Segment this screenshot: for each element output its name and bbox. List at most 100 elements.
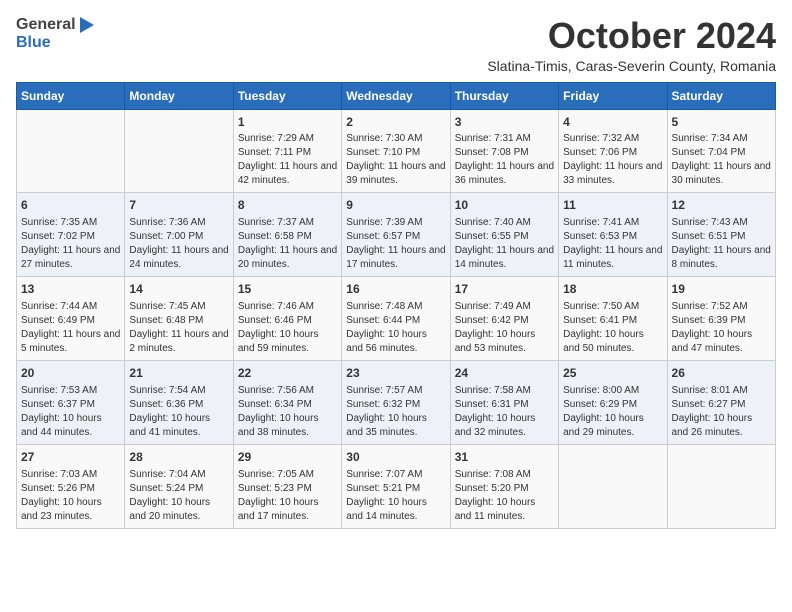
day-number: 8 (238, 197, 337, 214)
day-number: 11 (563, 197, 662, 214)
day-info: Sunrise: 7:48 AM Sunset: 6:44 PM Dayligh… (346, 300, 445, 356)
calendar-day-cell: 29Sunrise: 7:05 AM Sunset: 5:23 PM Dayli… (233, 444, 341, 528)
day-number: 24 (455, 365, 554, 382)
day-info: Sunrise: 7:03 AM Sunset: 5:26 PM Dayligh… (21, 468, 120, 524)
logo-line1: General (16, 16, 94, 34)
calendar-day-cell: 8 Sunrise: 7:37 AM Sunset: 6:58 PM Daylig… (233, 193, 341, 277)
calendar-day-cell: 18Sunrise: 7:50 AM Sunset: 6:41 PM Dayli… (559, 277, 667, 361)
calendar-day-cell: 27Sunrise: 7:03 AM Sunset: 5:26 PM Dayli… (17, 444, 125, 528)
calendar-day-cell (125, 109, 233, 193)
day-number: 16 (346, 281, 445, 298)
calendar-day-cell: 6 Sunrise: 7:35 AM Sunset: 7:02 PM Daylig… (17, 193, 125, 277)
day-number: 22 (238, 365, 337, 382)
calendar-day-cell: 9 Sunrise: 7:39 AM Sunset: 6:57 PM Daylig… (342, 193, 450, 277)
day-info: Sunrise: 7:30 AM Sunset: 7:10 PM Dayligh… (346, 132, 445, 188)
day-info: Sunrise: 7:40 AM Sunset: 6:55 PM Dayligh… (455, 216, 554, 272)
calendar-week-row: 27Sunrise: 7:03 AM Sunset: 5:26 PM Dayli… (17, 444, 776, 528)
day-info: Sunrise: 7:31 AM Sunset: 7:08 PM Dayligh… (455, 132, 554, 188)
calendar-day-cell: 17 Sunrise: 7:49 AM Sunset: 6:42 PM Dayli… (450, 277, 558, 361)
calendar-day-cell: 15 Sunrise: 7:46 AM Sunset: 6:46 PM Dayli… (233, 277, 341, 361)
calendar-day-cell: 10 Sunrise: 7:40 AM Sunset: 6:55 PM Dayli… (450, 193, 558, 277)
day-info: Sunrise: 7:50 AM Sunset: 6:41 PM Dayligh… (563, 300, 662, 356)
calendar-day-cell: 30 Sunrise: 7:07 AM Sunset: 5:21 PM Dayli… (342, 444, 450, 528)
day-number: 1 (238, 114, 337, 131)
day-info: Sunrise: 7:35 AM Sunset: 7:02 PM Dayligh… (21, 216, 120, 272)
day-info: Sunrise: 7:54 AM Sunset: 6:36 PM Dayligh… (129, 384, 228, 440)
day-number: 26 (672, 365, 771, 382)
calendar-week-row: 1Sunrise: 7:29 AM Sunset: 7:11 PM Daylig… (17, 109, 776, 193)
calendar-day-cell: 12Sunrise: 7:43 AM Sunset: 6:51 PM Dayli… (667, 193, 775, 277)
weekday-header-cell: Friday (559, 82, 667, 109)
day-info: Sunrise: 7:53 AM Sunset: 6:37 PM Dayligh… (21, 384, 120, 440)
day-info: Sunrise: 7:56 AM Sunset: 6:34 PM Dayligh… (238, 384, 337, 440)
day-info: Sunrise: 7:43 AM Sunset: 6:51 PM Dayligh… (672, 216, 771, 272)
calendar-day-cell: 28 Sunrise: 7:04 AM Sunset: 5:24 PM Dayli… (125, 444, 233, 528)
logo-general-text: General (16, 16, 76, 34)
day-info: Sunrise: 7:44 AM Sunset: 6:49 PM Dayligh… (21, 300, 120, 356)
calendar-day-cell: 1Sunrise: 7:29 AM Sunset: 7:11 PM Daylig… (233, 109, 341, 193)
day-info: Sunrise: 7:05 AM Sunset: 5:23 PM Dayligh… (238, 468, 337, 524)
calendar-body: 1Sunrise: 7:29 AM Sunset: 7:11 PM Daylig… (17, 109, 776, 528)
logo-arrow-icon (80, 17, 94, 33)
calendar-day-cell (17, 109, 125, 193)
calendar-day-cell: 31 Sunrise: 7:08 AM Sunset: 5:20 PM Dayli… (450, 444, 558, 528)
day-number: 23 (346, 365, 445, 382)
weekday-header-cell: Thursday (450, 82, 558, 109)
calendar-day-cell: 5Sunrise: 7:34 AM Sunset: 7:04 PM Daylig… (667, 109, 775, 193)
day-number: 3 (455, 114, 554, 131)
day-number: 17 (455, 281, 554, 298)
day-number: 14 (129, 281, 228, 298)
calendar-day-cell: 11Sunrise: 7:41 AM Sunset: 6:53 PM Dayli… (559, 193, 667, 277)
day-number: 28 (129, 449, 228, 466)
calendar-day-cell: 7Sunrise: 7:36 AM Sunset: 7:00 PM Daylig… (125, 193, 233, 277)
day-info: Sunrise: 7:49 AM Sunset: 6:42 PM Dayligh… (455, 300, 554, 356)
page-header: General Blue October 2024 Slatina-Timis,… (16, 16, 776, 74)
day-info: Sunrise: 7:07 AM Sunset: 5:21 PM Dayligh… (346, 468, 445, 524)
day-number: 6 (21, 197, 120, 214)
day-number: 19 (672, 281, 771, 298)
calendar-week-row: 20 Sunrise: 7:53 AM Sunset: 6:37 PM Dayli… (17, 360, 776, 444)
calendar-day-cell: 24Sunrise: 7:58 AM Sunset: 6:31 PM Dayli… (450, 360, 558, 444)
day-number: 30 (346, 449, 445, 466)
day-number: 31 (455, 449, 554, 466)
weekday-header-cell: Sunday (17, 82, 125, 109)
day-info: Sunrise: 7:52 AM Sunset: 6:39 PM Dayligh… (672, 300, 771, 356)
day-info: Sunrise: 7:04 AM Sunset: 5:24 PM Dayligh… (129, 468, 228, 524)
calendar-day-cell: 21Sunrise: 7:54 AM Sunset: 6:36 PM Dayli… (125, 360, 233, 444)
day-number: 9 (346, 197, 445, 214)
day-info: Sunrise: 7:36 AM Sunset: 7:00 PM Dayligh… (129, 216, 228, 272)
day-number: 25 (563, 365, 662, 382)
logo: General Blue (16, 16, 94, 52)
day-info: Sunrise: 7:46 AM Sunset: 6:46 PM Dayligh… (238, 300, 337, 356)
day-info: Sunrise: 7:32 AM Sunset: 7:06 PM Dayligh… (563, 132, 662, 188)
calendar-day-cell: 2Sunrise: 7:30 AM Sunset: 7:10 PM Daylig… (342, 109, 450, 193)
day-number: 20 (21, 365, 120, 382)
calendar-day-cell: 25 Sunrise: 8:00 AM Sunset: 6:29 PM Dayli… (559, 360, 667, 444)
calendar-week-row: 6 Sunrise: 7:35 AM Sunset: 7:02 PM Daylig… (17, 193, 776, 277)
weekday-header-cell: Monday (125, 82, 233, 109)
day-info: Sunrise: 8:00 AM Sunset: 6:29 PM Dayligh… (563, 384, 662, 440)
calendar-day-cell: 20 Sunrise: 7:53 AM Sunset: 6:37 PM Dayli… (17, 360, 125, 444)
calendar-day-cell: 16 Sunrise: 7:48 AM Sunset: 6:44 PM Dayli… (342, 277, 450, 361)
day-info: Sunrise: 7:37 AM Sunset: 6:58 PM Dayligh… (238, 216, 337, 272)
day-number: 4 (563, 114, 662, 131)
month-title: October 2024 (487, 16, 776, 56)
calendar-day-cell (559, 444, 667, 528)
calendar-table: SundayMondayTuesdayWednesdayThursdayFrid… (16, 82, 776, 529)
day-number: 15 (238, 281, 337, 298)
day-info: Sunrise: 7:57 AM Sunset: 6:32 PM Dayligh… (346, 384, 445, 440)
weekday-header-cell: Wednesday (342, 82, 450, 109)
weekday-header-row: SundayMondayTuesdayWednesdayThursdayFrid… (17, 82, 776, 109)
day-number: 2 (346, 114, 445, 131)
day-number: 10 (455, 197, 554, 214)
calendar-day-cell: 4Sunrise: 7:32 AM Sunset: 7:06 PM Daylig… (559, 109, 667, 193)
calendar-day-cell: 3Sunrise: 7:31 AM Sunset: 7:08 PM Daylig… (450, 109, 558, 193)
calendar-day-cell: 26 Sunrise: 8:01 AM Sunset: 6:27 PM Dayli… (667, 360, 775, 444)
day-number: 13 (21, 281, 120, 298)
calendar-day-cell (667, 444, 775, 528)
day-info: Sunrise: 7:29 AM Sunset: 7:11 PM Dayligh… (238, 132, 337, 188)
weekday-header-cell: Tuesday (233, 82, 341, 109)
day-info: Sunrise: 7:08 AM Sunset: 5:20 PM Dayligh… (455, 468, 554, 524)
day-info: Sunrise: 7:39 AM Sunset: 6:57 PM Dayligh… (346, 216, 445, 272)
day-info: Sunrise: 8:01 AM Sunset: 6:27 PM Dayligh… (672, 384, 771, 440)
